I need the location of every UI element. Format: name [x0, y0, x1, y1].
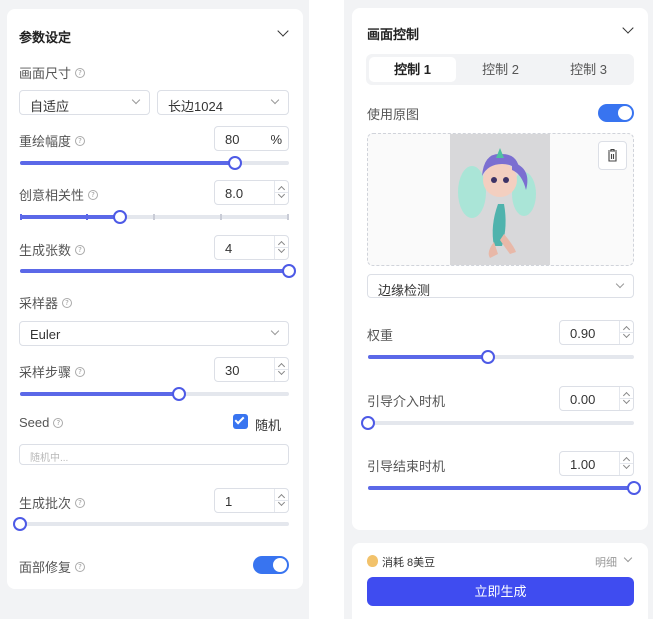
redraw-slider[interactable]: [20, 156, 289, 170]
chevron-down-icon: [270, 326, 280, 336]
detail-link[interactable]: 明细: [595, 554, 617, 570]
use-original-label: 使用原图: [367, 107, 420, 122]
chevron-down-icon: [270, 95, 280, 105]
control-card: 画面控制 控制 1 控制 2 控制 3 使用原图 边缘检测 权重 0.90 引导…: [352, 8, 648, 530]
weight-label: 权重: [367, 328, 394, 343]
tab-control-2[interactable]: 控制 2: [457, 57, 544, 82]
help-icon[interactable]: ?: [88, 189, 99, 200]
bean-icon: [367, 555, 378, 567]
preprocessor-select[interactable]: 边缘检测: [367, 274, 634, 298]
seed-input[interactable]: 随机中...: [19, 444, 289, 465]
steps-slider[interactable]: [20, 387, 289, 401]
footer-bar: 消耗 8美豆 明细 立即生成: [352, 543, 648, 619]
help-icon[interactable]: ?: [75, 366, 86, 377]
image-size-label: 画面尺寸?: [19, 63, 86, 82]
slider-thumb[interactable]: [13, 517, 27, 531]
slider-thumb[interactable]: [627, 481, 641, 495]
face-fix-toggle[interactable]: [253, 556, 289, 574]
chevron-down-icon[interactable]: [622, 22, 634, 34]
slider-thumb[interactable]: [112, 210, 127, 224]
stepper[interactable]: [274, 358, 288, 381]
help-icon[interactable]: ?: [75, 497, 86, 508]
batch-label: 生成批次?: [19, 493, 86, 512]
stepper[interactable]: [274, 236, 288, 259]
tab-control-1[interactable]: 控制 1: [369, 57, 456, 82]
face-fix-label: 面部修复?: [19, 557, 86, 576]
count-input[interactable]: 4: [214, 235, 289, 260]
sampler-label: 采样器?: [19, 293, 73, 312]
creativity-label: 创意相关性?: [19, 185, 99, 204]
count-label: 生成张数?: [19, 240, 86, 259]
slider-thumb[interactable]: [480, 350, 495, 364]
guidance-end-input[interactable]: 1.00: [559, 451, 634, 476]
slider-thumb[interactable]: [361, 416, 375, 430]
slider-thumb[interactable]: [228, 156, 243, 170]
help-icon[interactable]: ?: [75, 561, 86, 572]
steps-label: 采样步骤?: [19, 362, 86, 381]
guidance-end-label: 引导结束时机: [367, 459, 446, 474]
random-seed-checkbox[interactable]: [233, 414, 248, 429]
control-title: 画面控制: [367, 27, 420, 42]
guidance-start-slider[interactable]: [361, 416, 634, 430]
help-icon[interactable]: ?: [75, 67, 86, 78]
weight-slider[interactable]: [368, 350, 634, 364]
chevron-down-icon: [131, 95, 141, 105]
stepper[interactable]: [619, 321, 633, 344]
batch-slider[interactable]: [13, 517, 289, 531]
random-label: 随机: [255, 418, 282, 433]
batch-input[interactable]: 1: [214, 488, 289, 513]
guidance-start-input[interactable]: 0.00: [559, 386, 634, 411]
creativity-slider[interactable]: [20, 210, 289, 224]
tab-control-3[interactable]: 控制 3: [545, 57, 632, 82]
help-icon[interactable]: ?: [53, 417, 64, 428]
fairy-character-image: [450, 134, 550, 265]
count-slider[interactable]: [20, 264, 296, 278]
redraw-label: 重绘幅度?: [19, 131, 86, 150]
help-icon[interactable]: ?: [75, 135, 86, 146]
slider-thumb[interactable]: [282, 264, 296, 278]
help-icon[interactable]: ?: [62, 297, 73, 308]
params-card: 参数设定 画面尺寸? 自适应 长边1024 重绘幅度? 80% 创意相关性? 8…: [7, 9, 303, 589]
stepper[interactable]: [619, 387, 633, 410]
chevron-down-icon: [615, 279, 625, 289]
generate-button[interactable]: 立即生成: [367, 577, 634, 606]
guidance-end-slider[interactable]: [368, 481, 641, 495]
weight-input[interactable]: 0.90: [559, 320, 634, 345]
trash-icon[interactable]: [598, 141, 627, 170]
redraw-input[interactable]: 80%: [214, 126, 289, 151]
stepper[interactable]: [619, 452, 633, 475]
creativity-input[interactable]: 8.0: [214, 180, 289, 205]
size-mode-select[interactable]: 自适应: [19, 90, 150, 115]
chevron-down-icon[interactable]: [277, 25, 289, 37]
params-title: 参数设定: [19, 30, 72, 45]
steps-input[interactable]: 30: [214, 357, 289, 382]
image-dropzone[interactable]: [367, 133, 634, 266]
chevron-down-icon[interactable]: [623, 553, 633, 563]
seed-label: Seed?: [19, 415, 64, 430]
use-original-toggle[interactable]: [598, 104, 634, 122]
cost-text: 消耗 8美豆: [382, 557, 436, 569]
help-icon[interactable]: ?: [75, 244, 86, 255]
slider-thumb[interactable]: [171, 387, 186, 401]
stepper[interactable]: [274, 181, 288, 204]
guidance-start-label: 引导介入时机: [367, 394, 446, 409]
stepper[interactable]: [274, 489, 288, 512]
edge-size-select[interactable]: 长边1024: [157, 90, 289, 115]
control-tabs: 控制 1 控制 2 控制 3: [366, 54, 634, 85]
sampler-select[interactable]: Euler: [19, 321, 289, 346]
